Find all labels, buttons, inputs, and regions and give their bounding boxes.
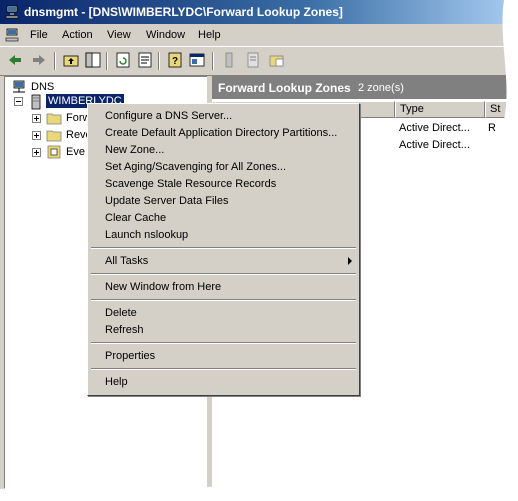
show-hide-tree-icon[interactable] — [84, 51, 102, 69]
menu-separator — [91, 273, 356, 275]
menu-separator — [91, 342, 356, 344]
menu-item-launch-nslookup[interactable]: Launch nslookup — [105, 229, 188, 241]
menu-item-scavenge-stale-records[interactable]: Scavenge Stale Resource Records — [105, 178, 276, 190]
dns-root-icon — [13, 80, 25, 93]
toolbar-separator — [106, 52, 108, 70]
menu-item-create-default-partitions[interactable]: Create Default Application Directory Par… — [105, 127, 337, 139]
expand-icon[interactable] — [32, 131, 41, 140]
torn-edge-right — [501, 0, 518, 501]
document-icon[interactable] — [244, 51, 262, 69]
toolbar-separator — [212, 52, 214, 70]
menu-help[interactable]: Help — [198, 29, 221, 41]
zone-row-1-type[interactable]: Active Direct... — [399, 122, 470, 134]
toolbar-separator — [158, 52, 160, 70]
forward-arrow-icon[interactable] — [30, 51, 48, 69]
menu-item-update-server-data-files[interactable]: Update Server Data Files — [105, 195, 229, 207]
menu-separator — [91, 247, 356, 249]
server-icon[interactable] — [220, 51, 238, 69]
export-list-icon[interactable] — [136, 51, 154, 69]
torn-edge-bottom — [0, 486, 518, 501]
tree-item-dns[interactable]: DNS — [31, 81, 54, 93]
folder-icon — [46, 130, 62, 142]
menu-action[interactable]: Action — [62, 29, 93, 41]
menu-item-new-window-from-here[interactable]: New Window from Here — [105, 281, 221, 293]
folder-icon[interactable] — [268, 51, 286, 69]
menu-item-delete[interactable]: Delete — [105, 307, 137, 319]
expand-icon[interactable] — [32, 148, 41, 157]
menu-item-all-tasks[interactable]: All Tasks — [105, 255, 148, 267]
zone-row-1-status[interactable]: R — [488, 122, 496, 134]
details-title: Forward Lookup Zones — [218, 81, 351, 95]
zone-row-2-type[interactable]: Active Direct... — [399, 139, 470, 151]
menu-window[interactable]: Window — [146, 29, 185, 41]
refresh-icon[interactable] — [114, 51, 132, 69]
details-header: Forward Lookup Zones 2 zone(s) — [212, 77, 512, 99]
mmc-window: dnsmgmt - [DNS\WIMBERLYDC\Forward Lookup… — [0, 0, 513, 495]
menu-item-properties[interactable]: Properties — [105, 350, 155, 362]
submenu-arrow-icon — [348, 257, 352, 265]
event-viewer-icon — [47, 145, 61, 159]
server-icon — [31, 94, 41, 110]
menu-item-refresh[interactable]: Refresh — [105, 324, 144, 336]
svg-text:?: ? — [172, 56, 178, 67]
menu-item-configure-dns-server[interactable]: Configure a DNS Server... — [105, 110, 232, 122]
dns-app-icon — [5, 5, 19, 19]
zone-count: 2 zone(s) — [358, 82, 404, 94]
toolbar-separator — [54, 52, 56, 70]
title-bar[interactable]: dnsmgmt - [DNS\WIMBERLYDC\Forward Lookup… — [0, 0, 512, 24]
menu-view[interactable]: View — [107, 29, 131, 41]
help-icon[interactable]: ? — [166, 51, 184, 69]
context-menu: Configure a DNS Server... Create Default… — [87, 103, 360, 396]
folder-icon — [46, 113, 62, 125]
menu-file[interactable]: File — [30, 29, 48, 41]
expand-icon[interactable] — [32, 114, 41, 123]
menu-separator — [91, 299, 356, 301]
window-title: dnsmgmt - [DNS\WIMBERLYDC\Forward Lookup… — [24, 5, 343, 19]
column-header-type[interactable]: Type — [395, 101, 485, 118]
properties-icon[interactable] — [188, 51, 206, 69]
menu-item-set-aging-scavenging[interactable]: Set Aging/Scavenging for All Zones... — [105, 161, 286, 173]
toolbar: ? — [0, 46, 512, 76]
collapse-icon[interactable] — [14, 97, 23, 106]
menu-separator — [91, 368, 356, 370]
back-arrow-icon[interactable] — [6, 51, 24, 69]
menu-bar: File Action View Window Help — [0, 26, 512, 46]
up-folder-icon[interactable] — [62, 51, 80, 69]
tree-item-event-viewer[interactable]: Eve — [66, 146, 85, 158]
system-menu-icon[interactable] — [5, 28, 19, 42]
menu-item-new-zone[interactable]: New Zone... — [105, 144, 164, 156]
menu-item-clear-cache[interactable]: Clear Cache — [105, 212, 166, 224]
menu-item-help[interactable]: Help — [105, 376, 128, 388]
